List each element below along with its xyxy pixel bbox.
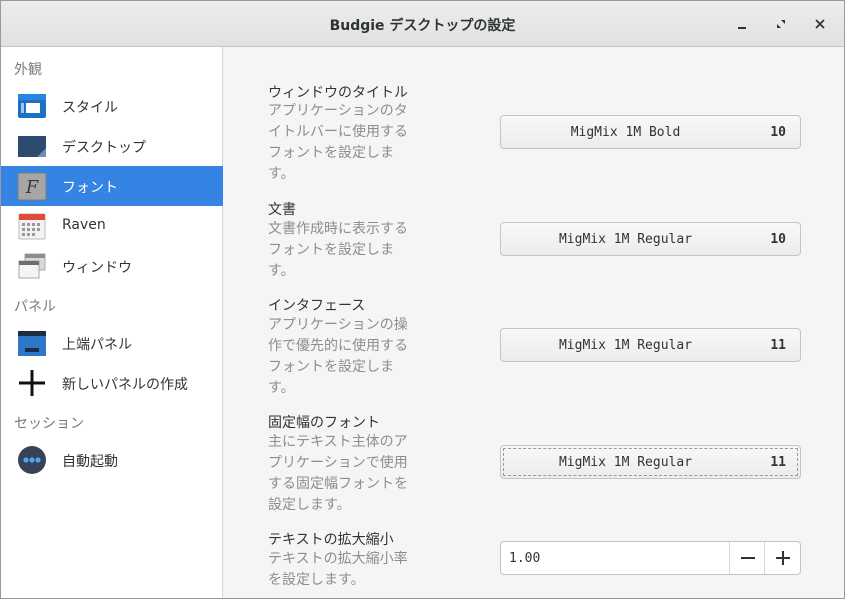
sidebar-item-desktop[interactable]: デスクトップ xyxy=(1,126,223,166)
interface-font-description: アプリケーションの操 作で優先的に使用する フォントを設定しま す。 xyxy=(268,317,408,396)
font-name: MigMix 1M Regular xyxy=(558,455,693,470)
document-font-description: 文書作成時に表示する フォントを設定しま す。 xyxy=(268,221,408,279)
text-scaling-value[interactable]: 1.00 xyxy=(509,551,540,566)
sidebar-item-label: スタイル xyxy=(62,100,118,116)
minimize-button[interactable] xyxy=(731,13,753,35)
sidebar-item-label: 上端パネル xyxy=(62,337,132,353)
sidebar-item-top-panel[interactable]: 上端パネル xyxy=(1,323,223,363)
windows-icon xyxy=(18,253,46,279)
sidebar-item-label: Raven xyxy=(62,217,106,233)
font-size: 10 xyxy=(770,125,786,140)
close-button[interactable] xyxy=(809,13,831,35)
titlebar-font-title: ウィンドウのタイトル xyxy=(268,85,408,101)
interface-font-title: インタフェース xyxy=(268,298,366,314)
sidebar-item-label: フォント xyxy=(62,180,118,196)
sidebar-item-new-panel[interactable]: 新しいパネルの作成 xyxy=(1,363,223,403)
style-icon xyxy=(18,94,46,118)
font-name: MigMix 1M Regular xyxy=(558,232,693,247)
autostart-icon xyxy=(18,446,46,474)
sidebar-item-label: 新しいパネルの作成 xyxy=(62,377,188,393)
font-size: 11 xyxy=(770,455,786,470)
titlebar-font-button[interactable]: MigMix 1M Bold 10 xyxy=(500,115,801,149)
sidebar-item-label: 自動起動 xyxy=(62,454,118,470)
section-session: セッション xyxy=(14,416,84,432)
titlebar[interactable]: Budgie デスクトップの設定 xyxy=(1,1,844,47)
text-scaling-title: テキストの拡大縮小 xyxy=(268,532,394,548)
maximize-button[interactable] xyxy=(770,13,792,35)
maximize-icon xyxy=(777,20,785,28)
plus-icon xyxy=(19,370,45,396)
interface-font-button[interactable]: MigMix 1M Regular 11 xyxy=(500,328,801,362)
monospace-font-description: 主にテキスト主体のア プリケーションで使用 する固定幅フォントを 設定します。 xyxy=(268,434,408,513)
svg-text:F: F xyxy=(25,177,40,198)
document-font-button[interactable]: MigMix 1M Regular 10 xyxy=(500,222,801,256)
scrollbar[interactable] xyxy=(837,53,841,591)
monospace-font-title: 固定幅のフォント xyxy=(268,415,380,431)
plus-icon xyxy=(775,551,790,565)
font-size: 10 xyxy=(770,232,786,247)
sidebar-item-label: デスクトップ xyxy=(62,140,146,156)
sidebar-item-raven[interactable]: Raven xyxy=(1,206,223,246)
window-title: Budgie デスクトップの設定 xyxy=(329,18,516,34)
increase-button[interactable] xyxy=(764,542,800,574)
document-font-title: 文書 xyxy=(268,202,296,218)
calendar-icon xyxy=(18,213,46,240)
sidebar-item-style[interactable]: スタイル xyxy=(1,86,223,126)
text-scaling-description: テキストの拡大縮小率 を設定します。 xyxy=(268,551,408,588)
section-panel: パネル xyxy=(14,299,56,315)
sidebar-item-fonts[interactable]: F フォント xyxy=(1,166,223,206)
text-scaling-spinner[interactable]: 1.00 xyxy=(500,541,801,575)
settings-window: Budgie デスクトップの設定 外観 スタイル デスクトップ F フォント R… xyxy=(0,0,845,599)
fonts-page: ウィンドウのタイトル アプリケーションのタ イトルバーに使用する フォントを設定しま… xyxy=(224,47,844,598)
font-name: MigMix 1M Regular xyxy=(558,338,693,353)
font-icon: F xyxy=(17,172,47,201)
titlebar-font-description: アプリケーションのタ イトルバーに使用する フォントを設定しま す。 xyxy=(268,103,408,182)
font-size: 11 xyxy=(770,338,786,353)
sidebar: 外観 スタイル デスクトップ F フォント Raven ウィンドウ パネル 上端… xyxy=(1,47,223,598)
monospace-font-button[interactable]: MigMix 1M Regular 11 xyxy=(500,445,801,479)
panel-icon xyxy=(18,331,46,356)
minus-icon xyxy=(740,557,755,559)
sidebar-item-autostart[interactable]: 自動起動 xyxy=(1,440,223,480)
minimize-icon xyxy=(738,27,746,29)
close-icon xyxy=(815,19,825,29)
sidebar-item-label: ウィンドウ xyxy=(62,260,132,276)
font-name: MigMix 1M Bold xyxy=(570,125,681,140)
sidebar-item-windows[interactable]: ウィンドウ xyxy=(1,246,223,286)
section-appearance: 外観 xyxy=(14,62,42,78)
decrease-button[interactable] xyxy=(729,542,765,574)
desktop-icon xyxy=(18,136,46,157)
